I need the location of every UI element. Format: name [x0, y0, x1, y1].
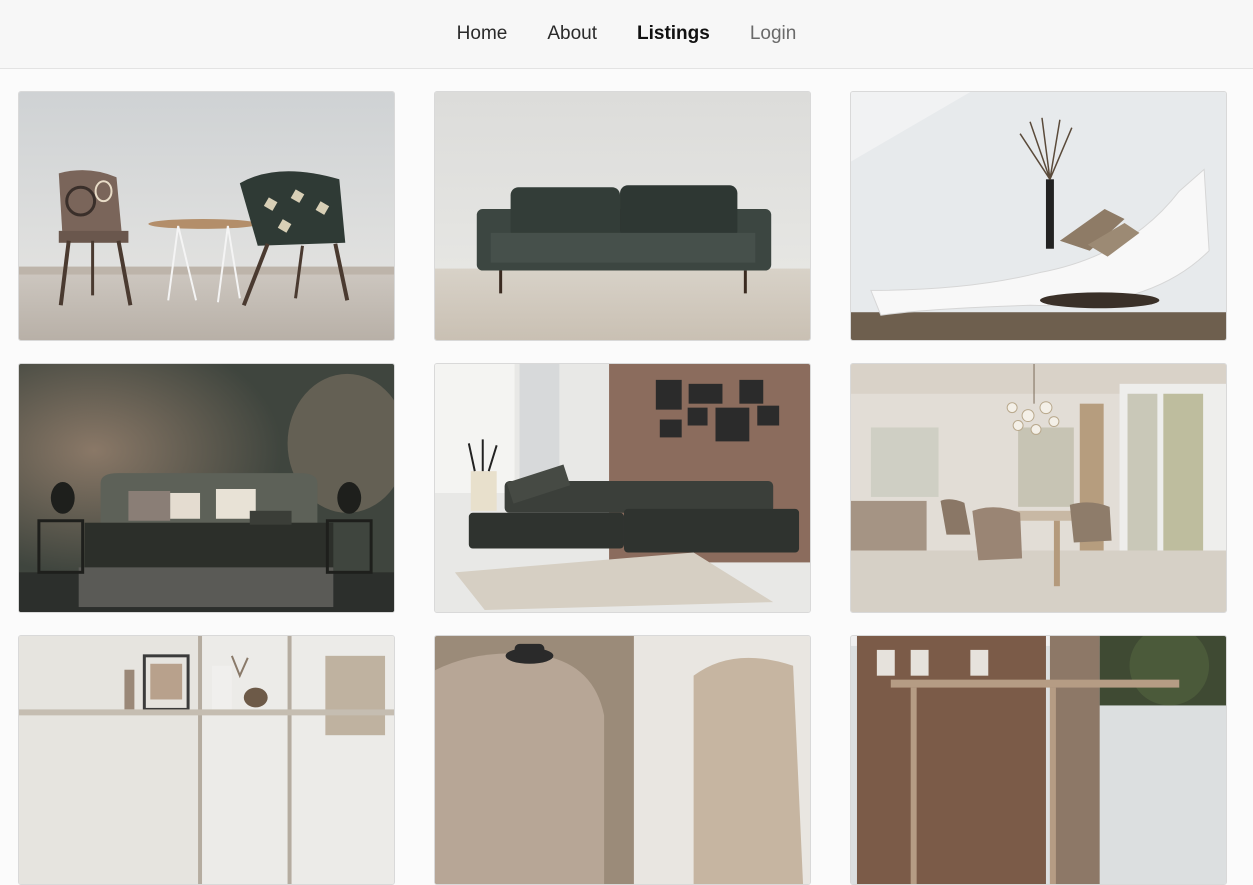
listings-grid — [18, 91, 1227, 885]
listing-card[interactable] — [850, 91, 1227, 341]
nav-listings-link[interactable]: Listings — [637, 23, 710, 45]
listing-card[interactable] — [434, 363, 811, 613]
top-navigation: Home About Listings Login — [0, 0, 1253, 69]
listing-image-house — [851, 636, 1226, 884]
listing-card[interactable] — [850, 635, 1227, 885]
listing-card[interactable] — [434, 91, 811, 341]
listing-image-armchairs — [435, 636, 810, 884]
listing-card[interactable] — [18, 635, 395, 885]
listing-card[interactable] — [850, 363, 1227, 613]
nav-login-link[interactable]: Login — [750, 23, 797, 45]
nav-home-link[interactable]: Home — [457, 23, 508, 45]
listing-image-shelves — [19, 636, 394, 884]
listing-card[interactable] — [18, 363, 395, 613]
listing-image-dining — [851, 364, 1226, 612]
listing-card[interactable] — [434, 635, 811, 885]
listing-image-chairs — [19, 92, 394, 340]
listing-card[interactable] — [18, 91, 395, 341]
listing-image-sofa — [435, 92, 810, 340]
nav-menu: Home About Listings Login — [0, 0, 1253, 68]
listing-image-sectional — [435, 364, 810, 612]
listing-image-bedroom — [19, 364, 394, 612]
nav-about-link[interactable]: About — [547, 23, 597, 45]
listing-image-chaise — [851, 92, 1226, 340]
